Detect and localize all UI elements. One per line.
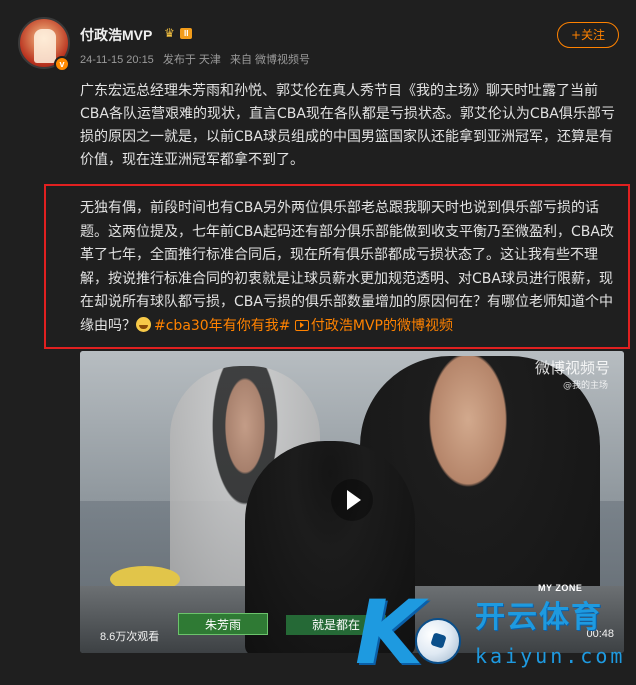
video-watermark: 微博视频号 — [534, 359, 610, 377]
author-name[interactable]: 付政浩MVP — [80, 25, 152, 45]
play-icon[interactable] — [331, 479, 373, 521]
follow-button[interactable]: +关注 — [557, 22, 619, 48]
verified-badge-icon: v — [54, 56, 70, 72]
post-timestamp[interactable]: 24-11-15 20:15 — [80, 54, 154, 66]
video-link[interactable]: 付政浩MVP的微博视频 — [294, 317, 454, 334]
lower-third-name: 朱芳雨 — [178, 613, 268, 635]
grin-emoji-icon — [136, 316, 151, 332]
soccer-ball-icon — [415, 618, 461, 664]
video-watermark-sub: @我的主场 — [562, 381, 608, 391]
level-tag: II — [180, 27, 193, 39]
post-paragraph-1: 广东宏远总经理朱芳雨和孙悦、郭艾伦在真人秀节目《我的主场》聊天时吐露了当前CBA… — [80, 83, 615, 168]
post-paragraph-2-text: 无独有偶，前段时间也有CBA另外两位俱乐部老总跟我聊天时也说到俱乐部亏损的话题。… — [80, 200, 614, 334]
logo-url: kaiyun.com — [475, 644, 626, 668]
hashtag-link[interactable]: #cba30年有你有我# — [154, 318, 290, 334]
post-source: 来自 微博视频号 — [230, 54, 311, 66]
site-logo: K 开云体育 kaiyun.com — [355, 582, 625, 685]
level-crown-icon: ♛ — [164, 26, 175, 40]
view-count: 8.6万次观看 — [100, 631, 160, 643]
logo-name: 开云体育 — [475, 600, 603, 635]
post-meta: 24-11-15 20:15 发布于 天津 来自 微博视频号 — [80, 51, 316, 67]
video-link-icon — [294, 319, 309, 331]
video-link-label: 付政浩MVP的微博视频 — [310, 317, 454, 334]
post-paragraph-2: 无独有偶，前段时间也有CBA另外两位俱乐部老总跟我聊天时也说到俱乐部亏损的话题。… — [80, 197, 624, 338]
avatar-figure — [34, 29, 56, 63]
post-location: 发布于 天津 — [162, 54, 221, 66]
level-badge[interactable]: ♛ II — [164, 26, 198, 40]
